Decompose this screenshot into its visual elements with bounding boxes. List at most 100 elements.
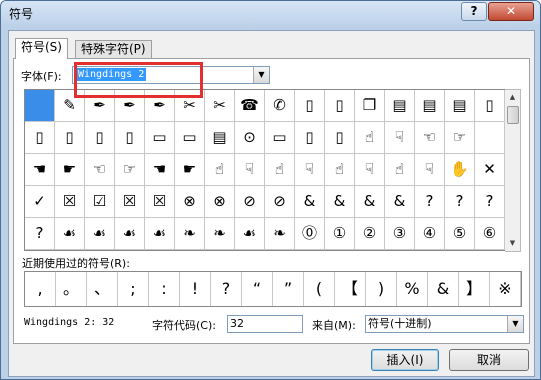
symbol-cell[interactable]: ☚ (145, 154, 175, 186)
symbol-cell[interactable]: ▭ (145, 122, 175, 154)
symbol-cell[interactable]: ⊘ (265, 186, 295, 218)
symbol-cell[interactable]: ✋ (445, 154, 475, 186)
recent-symbol-cell[interactable]: 。 (56, 272, 87, 306)
symbol-cell[interactable]: ▤ (415, 90, 445, 122)
help-button[interactable]: ? (461, 2, 487, 21)
symbol-cell[interactable]: ▯ (325, 122, 355, 154)
symbol-cell[interactable]: ☝ (385, 154, 415, 186)
recent-symbol-cell[interactable]: ? (211, 272, 242, 306)
symbol-cell[interactable]: ☙ (55, 218, 85, 250)
recent-symbol-cell[interactable]: 】 (459, 272, 490, 306)
scroll-down-icon[interactable]: ▼ (505, 236, 520, 251)
recent-symbol-cell[interactable]: “ (242, 272, 273, 306)
symbol-cell[interactable]: ② (355, 218, 385, 250)
symbol-cell[interactable]: ☜ (85, 154, 115, 186)
recent-symbol-cell[interactable]: ” (273, 272, 304, 306)
symbol-cell[interactable]: ✕ (475, 154, 505, 186)
symbol-cell[interactable]: ▯ (475, 90, 505, 122)
symbol-cell[interactable]: ☑ (85, 186, 115, 218)
chevron-down-icon[interactable]: ▼ (507, 316, 523, 332)
symbol-cell[interactable]: ☒ (55, 186, 85, 218)
recent-symbol-cell[interactable]: 【 (335, 272, 366, 306)
symbol-cell[interactable]: ✓ (25, 186, 55, 218)
symbol-cell[interactable]: ⊗ (205, 186, 235, 218)
symbol-cell[interactable]: ☝ (265, 154, 295, 186)
symbol-cell[interactable]: ① (325, 218, 355, 250)
symbol-cell[interactable]: ? (25, 218, 55, 250)
recent-symbol-cell[interactable]: ※ (490, 272, 521, 306)
symbol-cell[interactable]: ☚ (25, 154, 55, 186)
symbol-cell[interactable]: ❧ (265, 218, 295, 250)
recent-symbol-cell[interactable]: ( (304, 272, 335, 306)
symbol-cell[interactable]: ☜ (415, 122, 445, 154)
recent-symbol-cell[interactable]: ) (366, 272, 397, 306)
symbol-cell[interactable]: ☛ (175, 154, 205, 186)
symbol-cell[interactable]: ⊘ (235, 186, 265, 218)
symbol-cell[interactable]: ☛ (55, 154, 85, 186)
symbol-cell[interactable]: & (355, 186, 385, 218)
symbol-cell[interactable]: ☝ (205, 154, 235, 186)
scroll-up-icon[interactable]: ▲ (505, 90, 520, 105)
symbol-cell[interactable]: ▯ (25, 122, 55, 154)
symbol-cell[interactable]: ▯ (295, 122, 325, 154)
symbol-cell[interactable]: ▯ (295, 90, 325, 122)
recent-symbol-cell[interactable]: & (428, 272, 459, 306)
symbol-cell[interactable]: ▤ (445, 90, 475, 122)
tab-special-characters[interactable]: 特殊字符(P) (75, 40, 152, 59)
symbol-cell[interactable]: ④ (415, 218, 445, 250)
symbol-cell[interactable]: ☙ (235, 218, 265, 250)
symbol-cell[interactable]: ▯ (325, 90, 355, 122)
symbol-cell[interactable]: ☟ (295, 154, 325, 186)
symbol-cell[interactable]: ✂ (205, 90, 235, 122)
symbol-cell[interactable]: ⓪ (295, 218, 325, 250)
symbol-cell[interactable]: ③ (385, 218, 415, 250)
symbol-cell[interactable]: ▤ (385, 90, 415, 122)
symbol-cell[interactable] (25, 90, 55, 122)
symbol-cell[interactable]: ❐ (355, 90, 385, 122)
char-code-input[interactable]: 32 (227, 315, 303, 333)
grid-scrollbar[interactable]: ▲ ▼ (505, 89, 521, 252)
symbol-cell[interactable]: & (325, 186, 355, 218)
symbol-cell[interactable]: ▭ (175, 122, 205, 154)
recent-symbol-cell[interactable]: ; (118, 272, 149, 306)
from-select[interactable]: 符号(十进制) ▼ (365, 315, 524, 333)
symbol-cell[interactable]: ▤ (205, 122, 235, 154)
recent-symbol-cell[interactable]: ! (180, 272, 211, 306)
symbol-cell[interactable]: & (385, 186, 415, 218)
scroll-thumb[interactable] (507, 106, 519, 124)
symbol-cell[interactable]: ▭ (265, 122, 295, 154)
symbol-cell[interactable]: ? (475, 186, 505, 218)
symbol-cell[interactable]: ☒ (115, 186, 145, 218)
symbol-cell[interactable]: ☎ (235, 90, 265, 122)
symbol-cell[interactable]: ☒ (145, 186, 175, 218)
symbol-cell[interactable] (475, 122, 505, 154)
symbol-cell[interactable]: ⊗ (175, 186, 205, 218)
insert-button[interactable]: 插入(I) (371, 349, 439, 371)
symbol-cell[interactable]: ☙ (85, 218, 115, 250)
symbol-cell[interactable]: ☟ (385, 122, 415, 154)
symbol-cell[interactable]: ☝ (355, 122, 385, 154)
symbol-cell[interactable]: ☙ (115, 218, 145, 250)
symbol-cell[interactable]: ▯ (55, 122, 85, 154)
recent-symbol-cell[interactable]: : (149, 272, 180, 306)
symbol-cell[interactable]: ? (445, 186, 475, 218)
symbol-cell[interactable]: ▯ (115, 122, 145, 154)
symbol-cell[interactable]: ❧ (205, 218, 235, 250)
symbol-cell[interactable]: ? (415, 186, 445, 218)
symbol-cell[interactable]: ☞ (115, 154, 145, 186)
tab-symbols[interactable]: 符号(S) (15, 38, 68, 59)
symbol-cell[interactable]: ⑤ (445, 218, 475, 250)
symbol-cell[interactable]: & (295, 186, 325, 218)
symbol-cell[interactable]: ☟ (355, 154, 385, 186)
symbol-cell[interactable]: ✆ (265, 90, 295, 122)
symbol-cell[interactable]: ❧ (175, 218, 205, 250)
symbol-cell[interactable]: ⑥ (475, 218, 505, 250)
symbol-cell[interactable]: ☟ (235, 154, 265, 186)
symbol-cell[interactable]: ▯ (85, 122, 115, 154)
recent-symbol-cell[interactable]: , (25, 272, 56, 306)
cancel-button[interactable]: 取消 (449, 349, 529, 371)
recent-symbol-cell[interactable]: % (397, 272, 428, 306)
chevron-down-icon[interactable]: ▼ (253, 67, 269, 83)
symbol-cell[interactable]: ⊙ (235, 122, 265, 154)
symbol-cell[interactable]: ☟ (415, 154, 445, 186)
